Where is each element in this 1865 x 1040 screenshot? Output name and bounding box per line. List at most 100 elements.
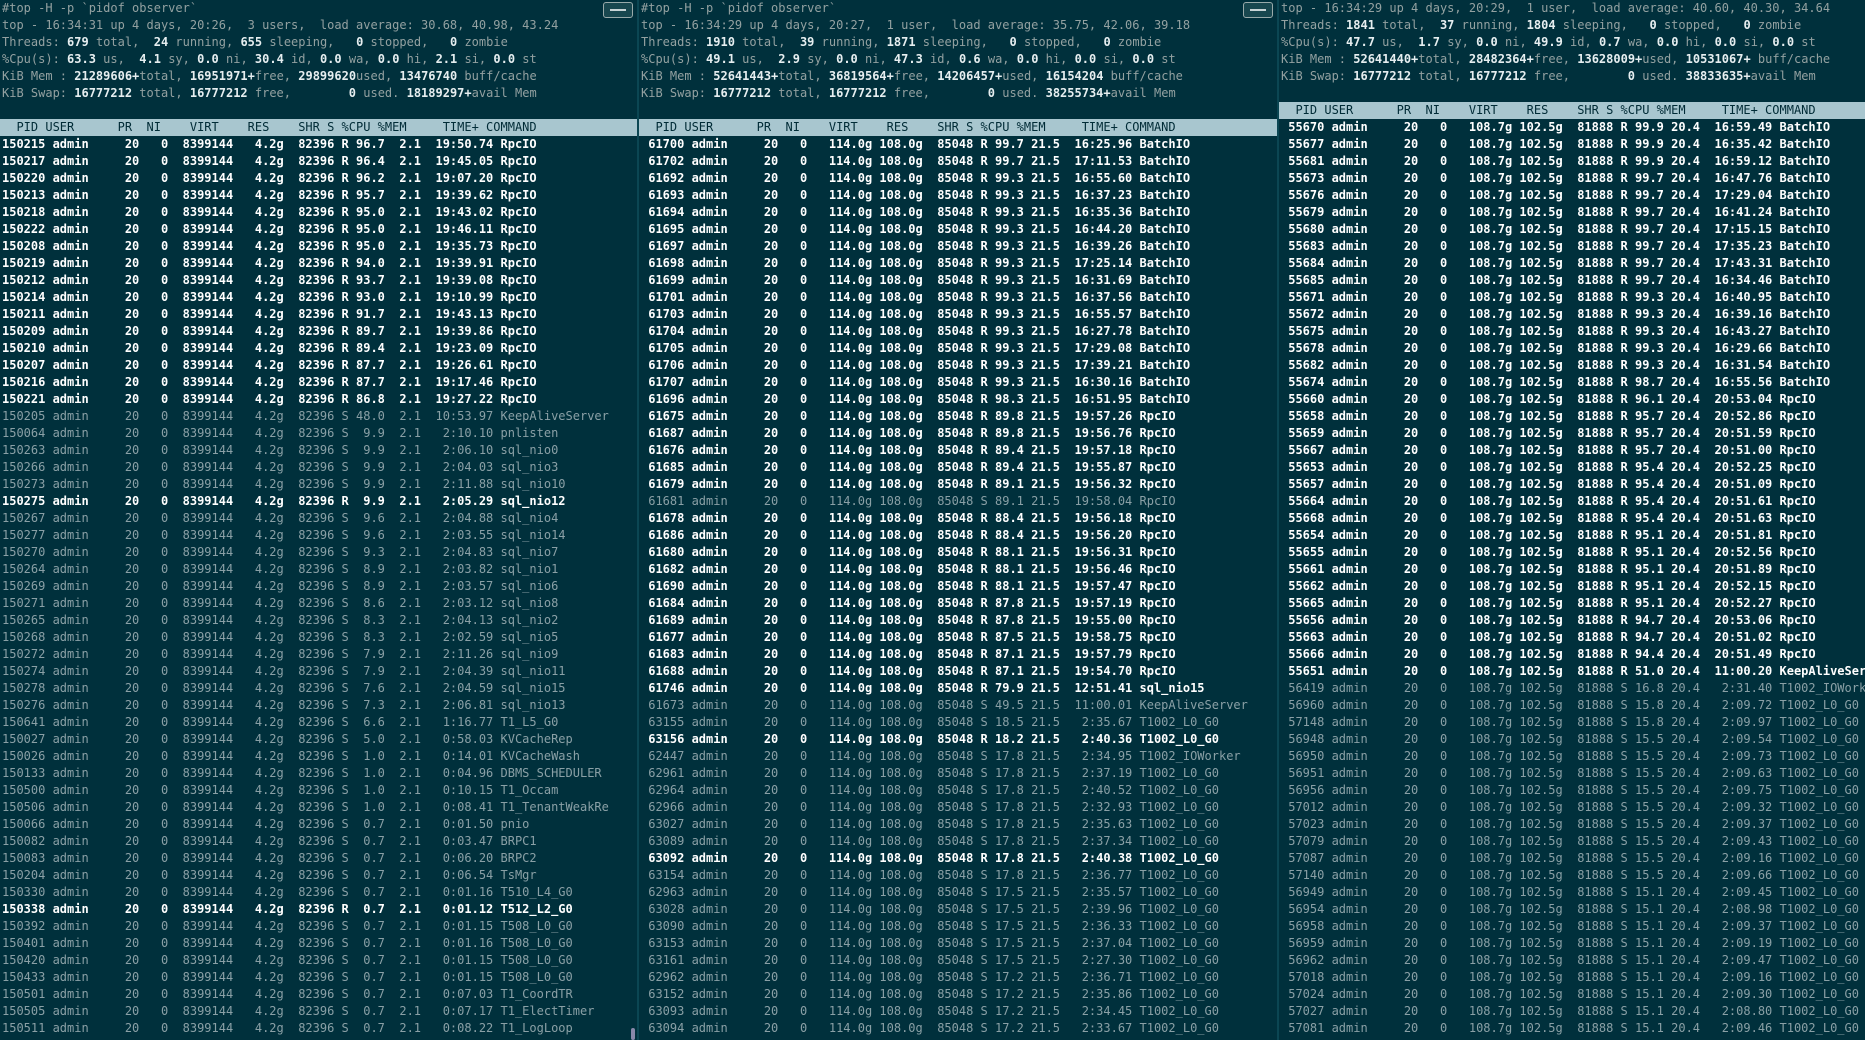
process-row: 150266 admin 20 0 8399144 4.2g 82396 S 9… [2,460,559,474]
process-row: 63090 admin 20 0 114.0g 108.0g 85048 S 1… [641,919,1219,933]
threads-running: 37 [1432,18,1455,32]
swap-avail: 38833635+ [1685,69,1751,83]
process-row: 61679 admin 20 0 114.0g 108.0g 85048 R 8… [641,477,1176,491]
process-row: 150210 admin 20 0 8399144 4.2g 82396 R 8… [2,341,537,355]
process-row: 150278 admin 20 0 8399144 4.2g 82396 S 7… [2,681,566,695]
threads-label: Threads: [2,35,68,49]
process-row: 61699 admin 20 0 114.0g 108.0g 85048 R 9… [641,273,1191,287]
mem-free: 16951971+ [189,69,255,83]
process-row: 150222 admin 20 0 8399144 4.2g 82396 R 9… [2,222,537,236]
cpu-st: 0.0 [493,52,516,66]
process-row: 57023 admin 20 0 108.7g 102.5g 81888 S 1… [1281,817,1859,831]
process-row: 150506 admin 20 0 8399144 4.2g 82396 S 1… [2,800,609,814]
process-row: 55663 admin 20 0 108.7g 102.5g 81888 R 9… [1281,630,1816,644]
cpu-id: 49.9 [1533,35,1563,49]
swap-line: KiB Swap: 16777212 total, 16777212 free,… [1281,69,1816,83]
process-row: 150264 admin 20 0 8399144 4.2g 82396 S 8… [2,562,559,576]
terminal-pane-3[interactable]: top - 16:34:29 up 4 days, 20:29, 1 user,… [1279,0,1865,1040]
uptime-line: top - 16:34:31 up 4 days, 20:26, 3 users… [2,18,559,32]
mem-line: KiB Mem : 21289606+total, 16951971+free,… [2,69,537,83]
process-row: 55660 admin 20 0 108.7g 102.5g 81888 R 9… [1281,392,1816,406]
process-row: 61698 admin 20 0 114.0g 108.0g 85048 R 9… [641,256,1191,270]
process-row: 150505 admin 20 0 8399144 4.2g 82396 S 0… [2,1004,595,1018]
process-row: 61680 admin 20 0 114.0g 108.0g 85048 R 8… [641,545,1176,559]
cpu-st: 0.0 [1772,35,1795,49]
process-row: 150270 admin 20 0 8399144 4.2g 82396 S 9… [2,545,559,559]
process-row: 150208 admin 20 0 8399144 4.2g 82396 R 9… [2,239,537,253]
minimize-icon[interactable] [603,2,633,18]
process-row: 150219 admin 20 0 8399144 4.2g 82396 R 9… [2,256,537,270]
swap-used: 0 [987,86,996,100]
process-row: 61683 admin 20 0 114.0g 108.0g 85048 R 8… [641,647,1176,661]
cpu-us: 63.3 [67,52,96,66]
process-row: 57087 admin 20 0 108.7g 102.5g 81888 S 1… [1281,851,1859,865]
cpu-line: %Cpu(s): 49.1 us, 2.9 sy, 0.0 ni, 47.3 i… [641,52,1176,66]
cpu-us: 47.7 [1346,35,1375,49]
uptime-line: top - 16:34:29 up 4 days, 20:27, 1 user,… [641,18,1191,32]
process-row: 61682 admin 20 0 114.0g 108.0g 85048 R 8… [641,562,1176,576]
scrollbar-thumb[interactable] [631,1028,635,1040]
swap-line: KiB Swap: 16777212 total, 16777212 free,… [641,86,1176,100]
process-row: 150027 admin 20 0 8399144 4.2g 82396 S 5… [2,732,573,746]
process-row: 61673 admin 20 0 114.0g 108.0g 85048 S 4… [641,698,1248,712]
process-row: 55651 admin 20 0 108.7g 102.5g 81888 R 5… [1281,664,1865,678]
process-row: 150133 admin 20 0 8399144 4.2g 82396 S 1… [2,766,602,780]
process-row: 150211 admin 20 0 8399144 4.2g 82396 R 9… [2,307,537,321]
process-row: 150066 admin 20 0 8399144 4.2g 82396 S 0… [2,817,530,831]
process-row: 150433 admin 20 0 8399144 4.2g 82396 S 0… [2,970,573,984]
process-row: 62961 admin 20 0 114.0g 108.0g 85048 S 1… [641,766,1219,780]
process-row: 55667 admin 20 0 108.7g 102.5g 81888 R 9… [1281,443,1816,457]
process-row: 56959 admin 20 0 108.7g 102.5g 81888 S 1… [1281,936,1859,950]
process-row: 57018 admin 20 0 108.7g 102.5g 81888 S 1… [1281,970,1859,984]
process-row: 61689 admin 20 0 114.0g 108.0g 85048 R 8… [641,613,1176,627]
process-row: 55657 admin 20 0 108.7g 102.5g 81888 R 9… [1281,477,1816,491]
cpu-sy: 2.9 [771,52,800,66]
threads-line: Threads: 1910 total, 39 running, 1871 sl… [641,35,1162,49]
process-row: 55664 admin 20 0 108.7g 102.5g 81888 R 9… [1281,494,1816,508]
process-row: 56956 admin 20 0 108.7g 102.5g 81888 S 1… [1281,783,1859,797]
threads-stopped: 0 [356,35,364,49]
process-row: 150272 admin 20 0 8399144 4.2g 82396 S 7… [2,647,559,661]
cpu-sy: 4.1 [132,52,161,66]
threads-total: 1841 [1346,18,1375,32]
process-row: 150263 admin 20 0 8399144 4.2g 82396 S 9… [2,443,559,457]
process-row: 63094 admin 20 0 114.0g 108.0g 85048 S 1… [641,1021,1219,1035]
threads-zombie: 0 [1743,18,1751,32]
process-row: 61675 admin 20 0 114.0g 108.0g 85048 R 8… [641,409,1176,423]
terminal-pane-2[interactable]: #top -H -p `pidof observer` top - 16:34:… [639,0,1279,1040]
process-row: 57027 admin 20 0 108.7g 102.5g 81888 S 1… [1281,1004,1859,1018]
process-row: 63089 admin 20 0 114.0g 108.0g 85048 S 1… [641,834,1219,848]
process-row: 63156 admin 20 0 114.0g 108.0g 85048 R 1… [641,732,1219,746]
process-row: 150267 admin 20 0 8399144 4.2g 82396 S 9… [2,511,559,525]
process-row: 150205 admin 20 0 8399144 4.2g 82396 S 4… [2,409,609,423]
minimize-icon[interactable] [1243,2,1273,18]
process-row: 150268 admin 20 0 8399144 4.2g 82396 S 8… [2,630,559,644]
process-row: 150213 admin 20 0 8399144 4.2g 82396 R 9… [2,188,537,202]
process-row: 150209 admin 20 0 8399144 4.2g 82396 R 8… [2,324,537,338]
process-row: 150511 admin 20 0 8399144 4.2g 82396 S 0… [2,1021,573,1035]
process-row: 61681 admin 20 0 114.0g 108.0g 85048 S 8… [641,494,1176,508]
command-line: #top -H -p `pidof observer` [641,1,837,15]
process-row: 150271 admin 20 0 8399144 4.2g 82396 S 8… [2,596,559,610]
process-row: 55683 admin 20 0 108.7g 102.5g 81888 R 9… [1281,239,1831,253]
process-row: 62964 admin 20 0 114.0g 108.0g 85048 S 1… [641,783,1219,797]
process-row: 55656 admin 20 0 108.7g 102.5g 81888 R 9… [1281,613,1816,627]
swap-total: 16777212 [74,86,133,100]
process-row: 150026 admin 20 0 8399144 4.2g 82396 S 1… [2,749,580,763]
swap-free: 16777212 [189,86,248,100]
process-row: 61678 admin 20 0 114.0g 108.0g 85048 R 8… [641,511,1176,525]
cpu-wa: 0.0 [319,52,342,66]
process-row: 150641 admin 20 0 8399144 4.2g 82396 S 6… [2,715,559,729]
process-row: 61701 admin 20 0 114.0g 108.0g 85048 R 9… [641,290,1191,304]
process-row: 63161 admin 20 0 114.0g 108.0g 85048 S 1… [641,953,1219,967]
swap-total: 16777212 [1353,69,1412,83]
process-row: 61704 admin 20 0 114.0g 108.0g 85048 R 9… [641,324,1191,338]
process-row: 57024 admin 20 0 108.7g 102.5g 81888 S 1… [1281,987,1859,1001]
terminal-pane-1[interactable]: #top -H -p `pidof observer` top - 16:34:… [0,0,639,1040]
cpu-st: 0.0 [1132,52,1155,66]
mem-total: 52641440+ [1353,52,1419,66]
process-row: 55673 admin 20 0 108.7g 102.5g 81888 R 9… [1281,171,1831,185]
process-row: 55671 admin 20 0 108.7g 102.5g 81888 R 9… [1281,290,1831,304]
mem-line: KiB Mem : 52641443+total, 36819564+free,… [641,69,1183,83]
command-line: #top -H -p `pidof observer` [2,1,198,15]
